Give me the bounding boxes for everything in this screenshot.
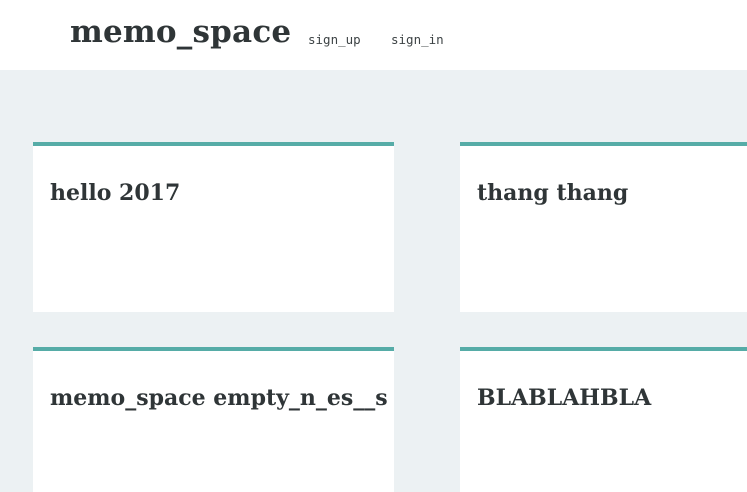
site-logo-link[interactable]: memo_space bbox=[70, 14, 291, 50]
memo-card[interactable]: thang thang bbox=[460, 142, 747, 312]
memo-title: memo_space empty_n_es__s bbox=[50, 385, 388, 411]
memo-card[interactable]: memo_space empty_n_es__s bbox=[33, 347, 394, 492]
memo-title: BLABLAHBLA bbox=[477, 385, 652, 411]
sign-up-link[interactable]: sign_up bbox=[308, 32, 361, 47]
sign-in-link[interactable]: sign_in bbox=[391, 32, 444, 47]
memo-title: thang thang bbox=[477, 180, 629, 206]
memo-card[interactable]: BLABLAHBLA bbox=[460, 347, 747, 492]
memo-title: hello 2017 bbox=[50, 180, 181, 206]
memo-card[interactable]: hello 2017 bbox=[33, 142, 394, 312]
top-navbar: memo_space sign_up sign_in bbox=[0, 0, 747, 70]
